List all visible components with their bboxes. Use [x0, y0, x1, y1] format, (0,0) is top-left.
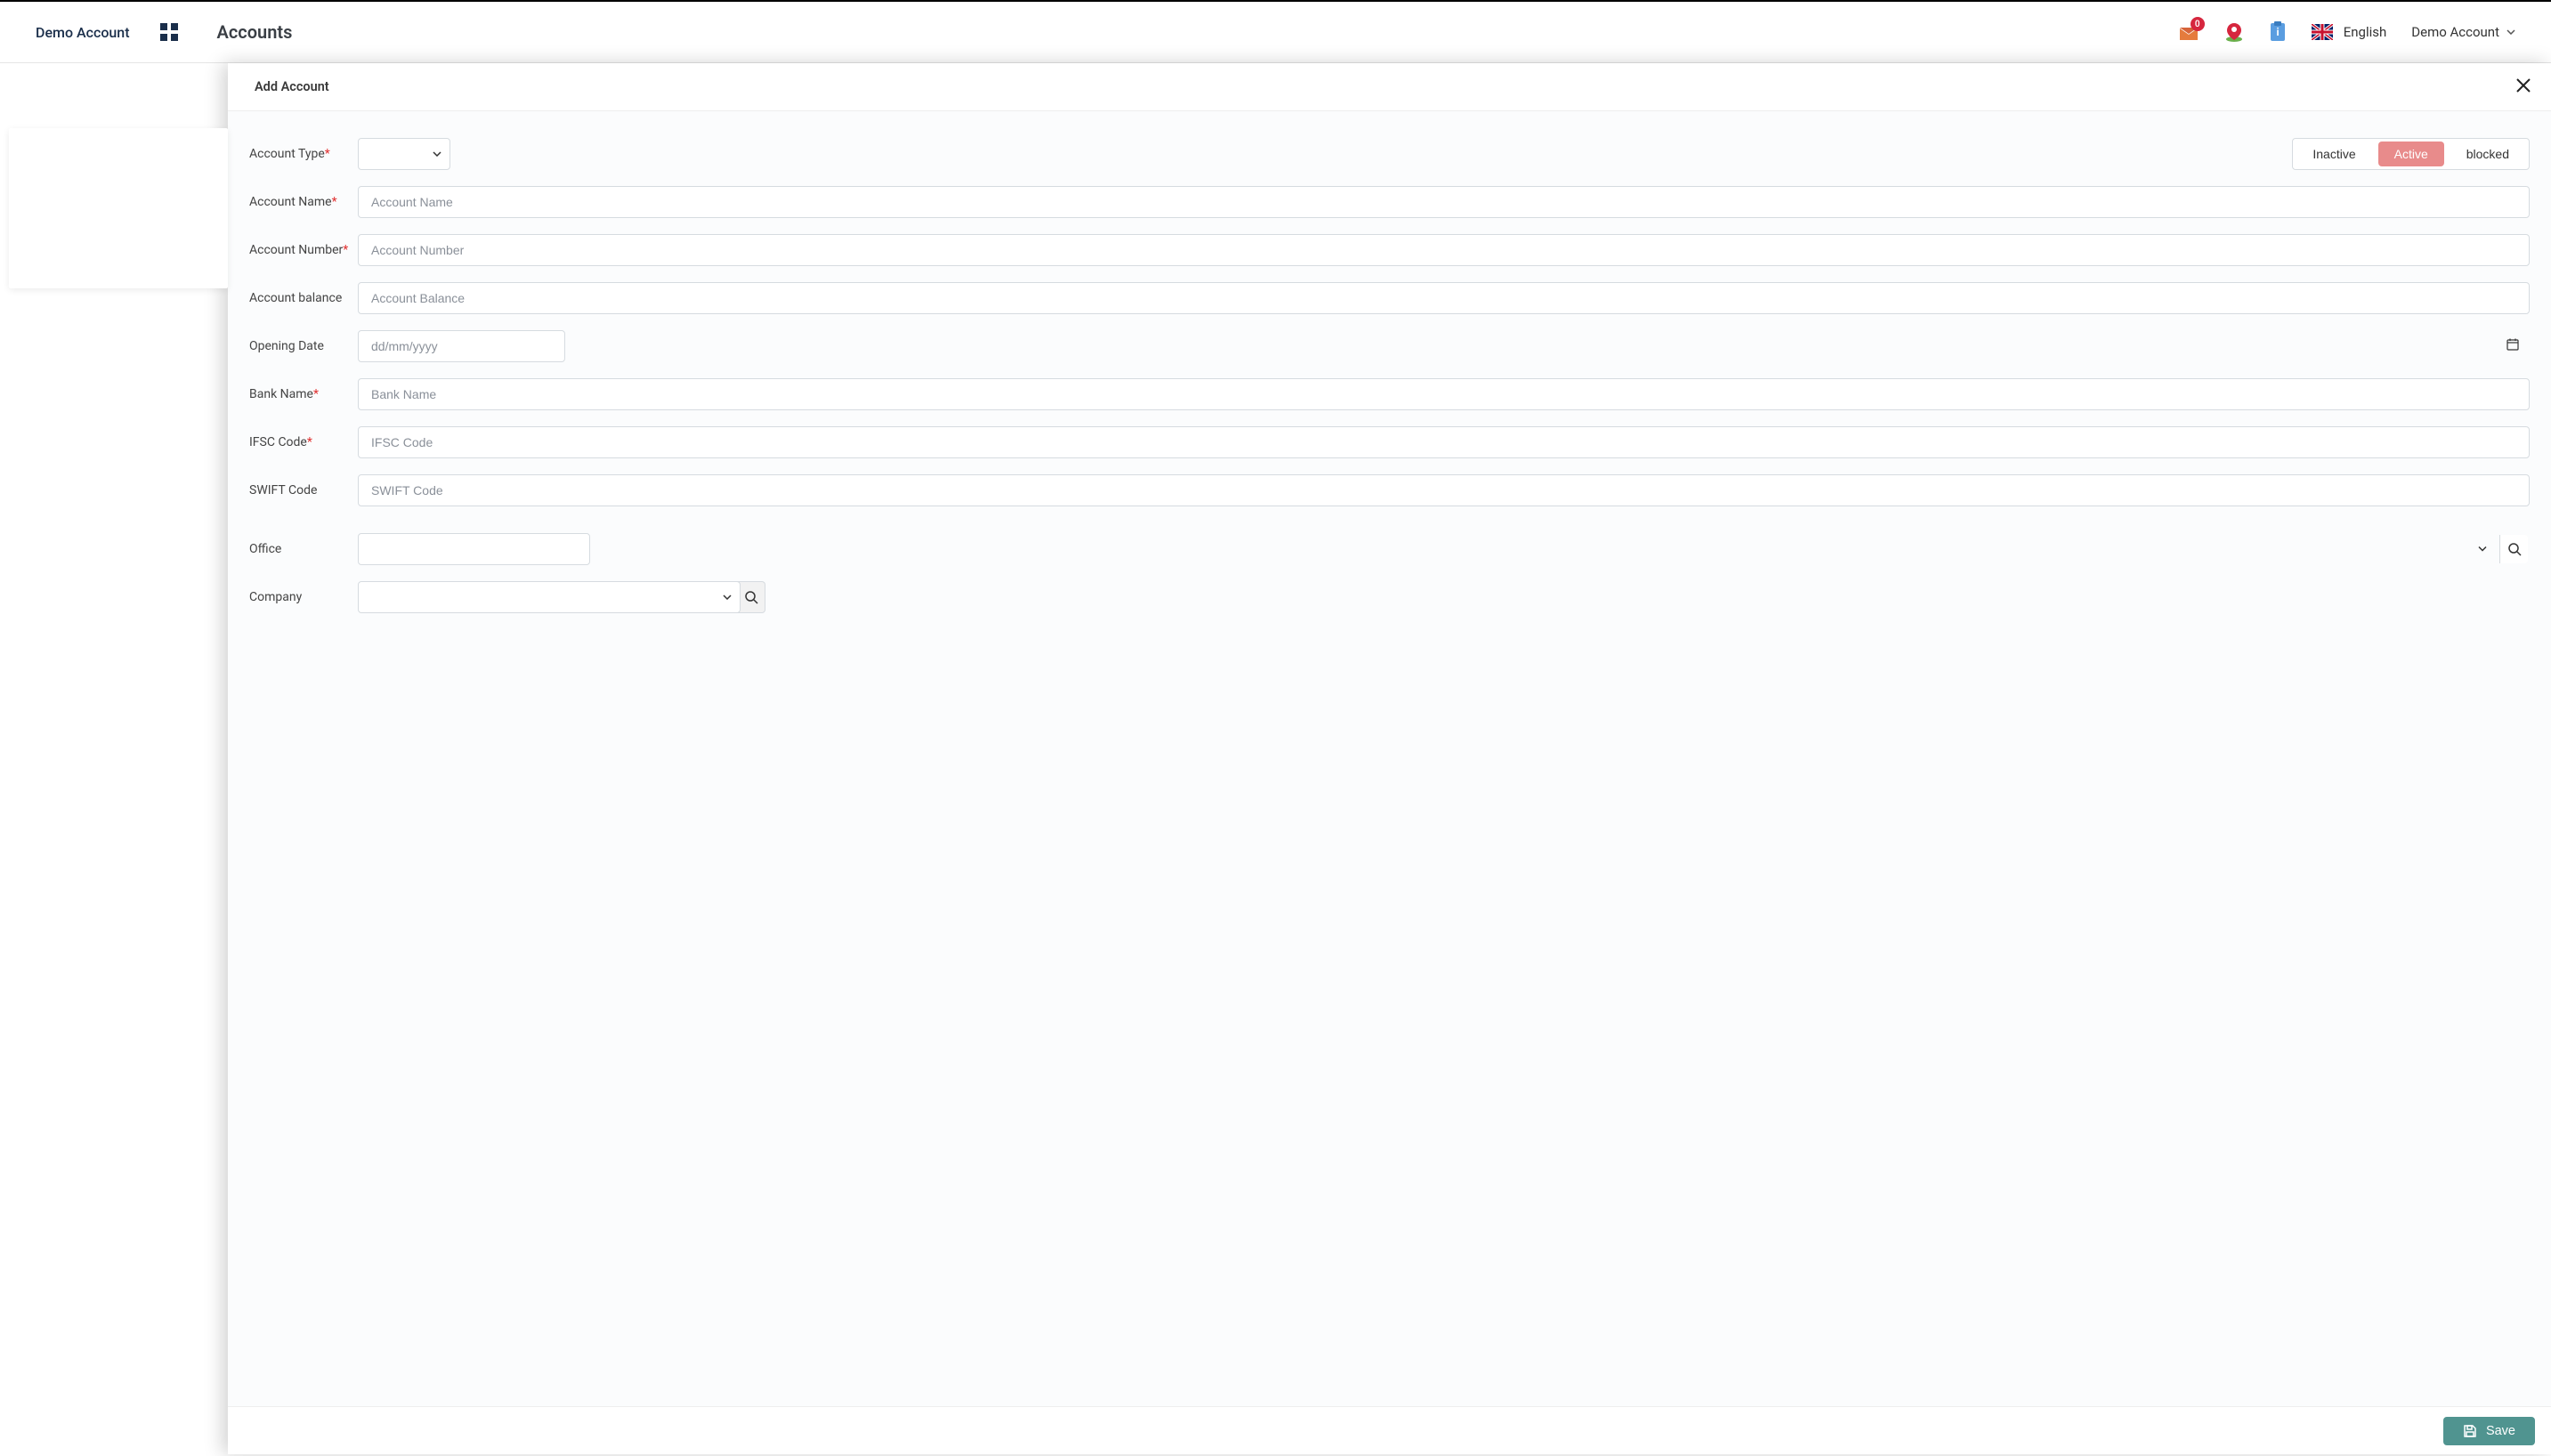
- panel-header: Add Account: [228, 63, 2551, 111]
- language-selector[interactable]: English: [2312, 24, 2387, 40]
- company-label: Company: [249, 590, 358, 604]
- account-balance-input[interactable]: [358, 282, 2530, 314]
- account-name-label: Account Name*: [249, 195, 358, 209]
- bank-name-label: Bank Name*: [249, 387, 358, 401]
- account-number-label: Account Number*: [249, 243, 358, 257]
- ifsc-code-label: IFSC Code*: [249, 435, 358, 449]
- info-icon[interactable]: i: [2269, 21, 2287, 43]
- panel-body: Account Type* Inactive Active blocked Ac…: [228, 111, 2551, 1406]
- panel-footer: Save: [228, 1406, 2551, 1454]
- mail-icon[interactable]: 0: [2178, 22, 2199, 42]
- flag-icon: [2312, 24, 2333, 40]
- account-number-input[interactable]: [358, 234, 2530, 266]
- close-icon: [2515, 77, 2531, 93]
- account-type-select[interactable]: [358, 138, 450, 170]
- save-button[interactable]: Save: [2443, 1417, 2535, 1445]
- company-search-button[interactable]: [737, 581, 765, 613]
- account-name-input[interactable]: [358, 186, 2530, 218]
- account-balance-label: Account balance: [249, 291, 358, 305]
- status-blocked-button[interactable]: blocked: [2452, 142, 2523, 166]
- search-icon: [2507, 542, 2522, 556]
- user-label: Demo Account: [2411, 24, 2499, 40]
- top-bar: Demo Account Accounts 0: [0, 0, 2551, 63]
- panel-title: Add Account: [255, 79, 329, 94]
- save-label: Save: [2486, 1424, 2515, 1438]
- brand-link[interactable]: Demo Account: [36, 24, 130, 41]
- status-active-button[interactable]: Active: [2378, 142, 2444, 166]
- search-icon: [744, 590, 758, 604]
- language-label: English: [2344, 24, 2387, 40]
- apps-icon[interactable]: [160, 23, 178, 41]
- office-search-button[interactable]: [2499, 535, 2528, 563]
- calendar-icon[interactable]: [2506, 338, 2519, 354]
- chevron-down-icon: [2478, 545, 2487, 554]
- swift-code-label: SWIFT Code: [249, 483, 358, 497]
- opening-date-input[interactable]: [358, 330, 565, 362]
- swift-code-input[interactable]: [358, 474, 2530, 506]
- status-toggle: Inactive Active blocked: [2292, 138, 2530, 170]
- company-select[interactable]: [358, 581, 741, 613]
- account-type-label: Account Type*: [249, 147, 358, 161]
- page-title: Accounts: [217, 21, 293, 43]
- ifsc-code-input[interactable]: [358, 426, 2530, 458]
- bank-name-input[interactable]: [358, 378, 2530, 410]
- chevron-down-icon: [2506, 29, 2515, 35]
- mail-badge: 0: [2191, 17, 2205, 31]
- user-menu[interactable]: Demo Account: [2411, 24, 2515, 40]
- add-account-panel: Add Account Account Type* Inactive Ac: [228, 63, 2551, 1454]
- background-card: [9, 128, 228, 288]
- close-button[interactable]: [2512, 73, 2535, 101]
- office-select[interactable]: [358, 533, 590, 565]
- svg-text:i: i: [2276, 26, 2279, 38]
- office-label: Office: [249, 542, 358, 556]
- status-inactive-button[interactable]: Inactive: [2298, 142, 2369, 166]
- save-icon: [2463, 1424, 2477, 1438]
- location-icon[interactable]: [2224, 21, 2244, 43]
- opening-date-label: Opening Date: [249, 339, 358, 353]
